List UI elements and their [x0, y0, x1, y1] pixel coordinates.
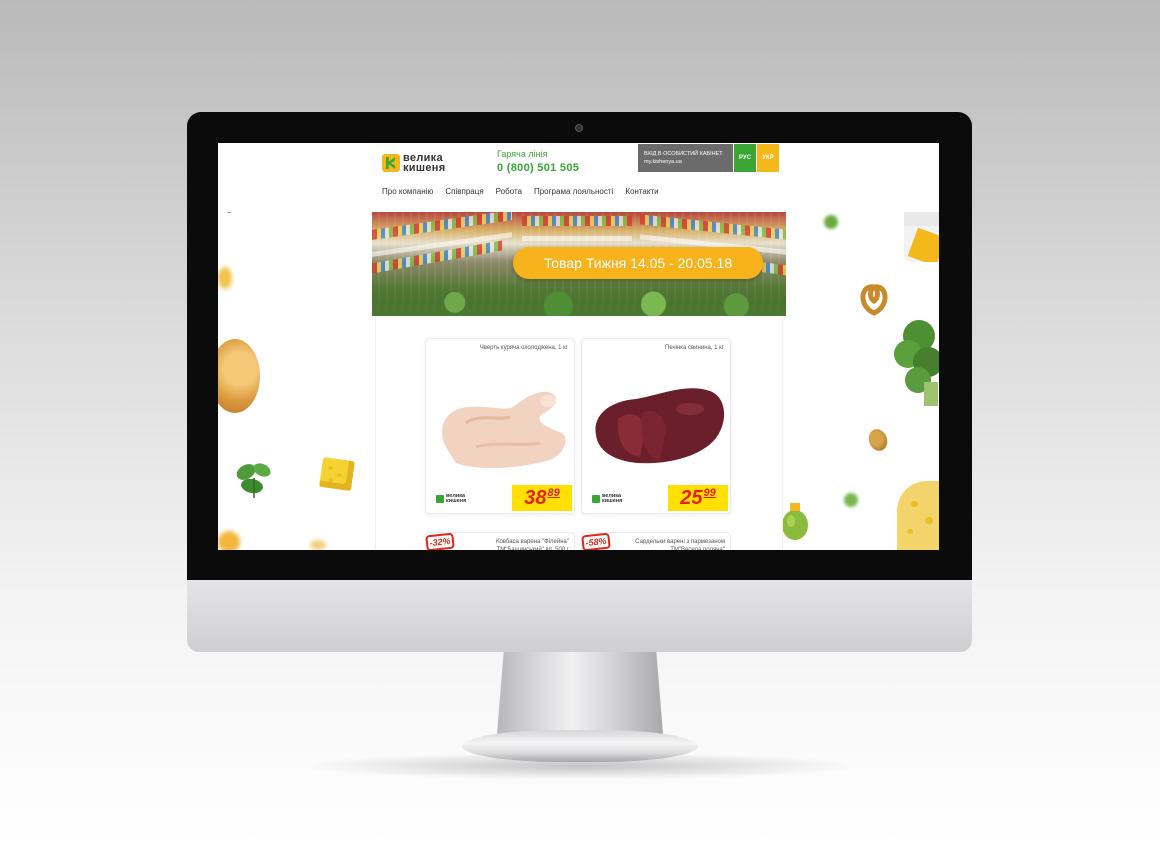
card-logo-line2: кишеня: [446, 498, 467, 504]
price-integer: 38: [524, 487, 547, 509]
language-ukr-button[interactable]: УКР: [757, 144, 779, 172]
hotline-label: Гаряча лінія: [497, 149, 548, 159]
logo-mark-icon: [592, 495, 600, 503]
product-card[interactable]: -32% Ковбаса варена "Філейна" ТМ"Бащинсь…: [425, 532, 575, 550]
nut-icon: [865, 426, 891, 454]
monitor-shadow: [300, 752, 860, 780]
price-integer: 25: [680, 487, 703, 509]
logo-mark-icon: [436, 495, 444, 503]
product-title: Печінка свинина, 1 кг: [665, 345, 724, 351]
personal-cabinet-button[interactable]: ВХІД В ОСОБИСТИЙ КАБІНЕТ my.kishenya.ua: [638, 144, 733, 172]
divider: [228, 212, 231, 213]
promo-banner: Товар Тижня 14.05 - 20.05.18: [372, 212, 786, 316]
cabinet-url: my.kishenya.ua: [644, 159, 682, 165]
card-logo: велика кишеня: [592, 493, 623, 504]
product-title: Сардельки варені з пармезаном ТМ"Весела …: [635, 539, 725, 550]
nav-item-jobs[interactable]: Робота: [496, 187, 522, 196]
price-tag: 25 99: [668, 485, 728, 511]
price-decimal: 99: [703, 487, 716, 499]
logo-text-line2: кишеня: [403, 162, 446, 174]
nav-item-contacts[interactable]: Контакти: [625, 187, 658, 196]
blurred-food-icon: [218, 531, 240, 550]
webcam-icon: [575, 124, 583, 132]
blurred-leaf-icon: [824, 215, 838, 229]
price-decimal: 89: [547, 487, 560, 499]
nav-item-loyalty[interactable]: Програма лояльності: [534, 187, 613, 196]
hotline: Гаряча лінія 0 (800) 501 505: [497, 149, 579, 174]
nav-item-about[interactable]: Про компанію: [382, 187, 433, 196]
bread-bun-icon: [218, 339, 260, 413]
olive-icon: [782, 503, 808, 540]
logo-mark-icon: [382, 154, 400, 172]
hotline-phone[interactable]: 0 (800) 501 505: [497, 162, 579, 174]
site-logo[interactable]: велика кишеня: [382, 153, 446, 174]
discount-badge: -58%: [581, 532, 611, 550]
monitor-chin: [187, 580, 972, 652]
broccoli-icon: [894, 320, 939, 406]
yogurt-bottle-icon: [904, 212, 939, 262]
monitor-stand: [497, 652, 663, 734]
banner-title: Товар Тижня 14.05 - 20.05.18: [513, 247, 763, 279]
main-nav: Про компанію Співпраця Робота Програма л…: [382, 187, 659, 196]
product-title: Чверть куряча охолоджена, 1 кг: [479, 345, 568, 351]
website-screen: велика кишеня Гаряча лінія 0 (800) 501 5…: [218, 143, 939, 550]
card-logo-line2: кишеня: [602, 498, 623, 504]
pork-liver-icon: [595, 388, 725, 464]
product-card[interactable]: Чверть куряча охолоджена, 1 кг велика киш…: [425, 338, 575, 514]
product-card[interactable]: Печінка свинина, 1 кг велика кишеня 25 99: [581, 338, 731, 514]
product-card[interactable]: -58% Сардельки варені з пармезаном ТМ"Ве…: [581, 532, 731, 550]
product-title: Ковбаса варена "Філейна" ТМ"Бащинський" …: [495, 539, 569, 550]
discount-badge: -32%: [425, 532, 455, 550]
card-logo: велика кишеня: [436, 493, 467, 504]
pretzel-icon: [860, 284, 888, 316]
cheese-wedge-icon: [897, 481, 939, 550]
chicken-quarter-icon: [442, 391, 566, 469]
cabinet-title: ВХІД В ОСОБИСТИЙ КАБІНЕТ: [644, 151, 723, 157]
blurred-leaf-icon: [844, 493, 858, 507]
nav-item-cooperation[interactable]: Співпраця: [445, 187, 483, 196]
blurred-food-icon: [310, 540, 326, 550]
price-tag: 38 89: [512, 485, 572, 511]
mint-leaf-icon: [236, 463, 271, 498]
blurred-food-icon: [218, 267, 232, 289]
cheese-cube-icon: [319, 456, 355, 492]
language-rus-button[interactable]: РУС: [734, 144, 756, 172]
